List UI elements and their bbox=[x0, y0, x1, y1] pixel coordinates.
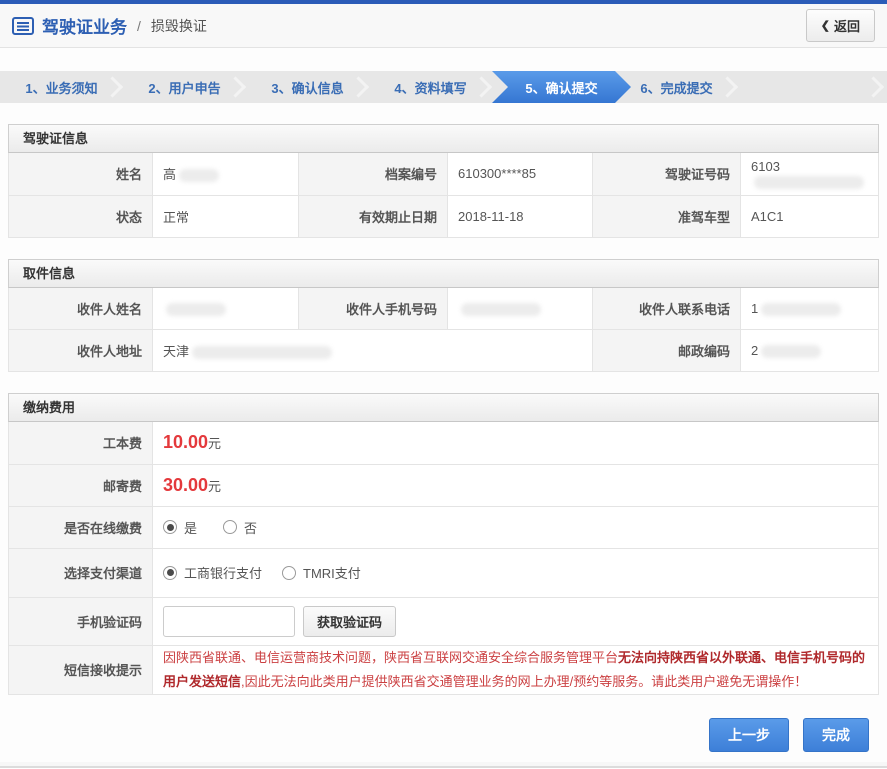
step-6-complete-submit[interactable]: 6、完成提交 bbox=[615, 71, 738, 103]
vehicle-type-value: A1C1 bbox=[740, 195, 879, 238]
table-row: 是否在线缴费 是 否 bbox=[8, 506, 879, 549]
recipient-mobile-label: 收件人手机号码 bbox=[298, 287, 448, 330]
file-number-value: 610300****85 bbox=[447, 153, 593, 196]
radio-channel-icbc[interactable]: 工商银行支付 bbox=[163, 563, 262, 582]
step-1-business-notice[interactable]: 1、业务须知 bbox=[0, 71, 123, 103]
recipient-address-value: 天津 bbox=[152, 329, 593, 372]
production-fee-value: 10.00元 bbox=[152, 422, 879, 465]
step-3-confirm-info[interactable]: 3、确认信息 bbox=[246, 71, 369, 103]
sms-code-label: 手机验证码 bbox=[8, 597, 153, 646]
step-2-user-declaration[interactable]: 2、用户申告 bbox=[123, 71, 246, 103]
step-bar-tail bbox=[738, 71, 887, 103]
breadcrumb-separator: / bbox=[137, 17, 141, 34]
license-info-table: 姓名 高 档案编号 610300****85 驾驶证号码 6103 状态 正常 … bbox=[8, 153, 879, 238]
sms-notice-text: 因陕西省联通、电信运营商技术问题，陕西省互联网交通安全综合服务管理平台无法向持陕… bbox=[152, 645, 879, 695]
online-pay-options: 是 否 bbox=[152, 506, 879, 549]
table-row: 邮寄费 30.00元 bbox=[8, 464, 879, 507]
recipient-name-value bbox=[152, 287, 299, 330]
step-5-confirm-submit-active[interactable]: 5、确认提交 bbox=[492, 71, 631, 103]
radio-channel-tmri[interactable]: TMRI支付 bbox=[282, 563, 361, 582]
pay-channel-label: 选择支付渠道 bbox=[8, 548, 153, 598]
chevron-left-icon: ❮ bbox=[820, 20, 830, 32]
recipient-name-label: 收件人姓名 bbox=[8, 287, 153, 330]
table-row: 手机验证码 获取验证码 bbox=[8, 597, 879, 646]
pay-channel-options: 工商银行支付 TMRI支付 bbox=[152, 548, 879, 598]
section-title-fees: 缴纳费用 bbox=[8, 393, 879, 422]
name-label: 姓名 bbox=[8, 153, 153, 196]
expiry-value: 2018-11-18 bbox=[447, 195, 593, 238]
step-navigation: 1、业务须知 2、用户申告 3、确认信息 4、资料填写 5、确认提交 6、完成提… bbox=[0, 71, 887, 103]
breadcrumb: 驾驶证业务 / 损毁换证 bbox=[12, 13, 207, 38]
table-row: 姓名 高 档案编号 610300****85 驾驶证号码 6103 bbox=[8, 153, 879, 196]
radio-unselected-icon bbox=[282, 565, 297, 580]
redacted-name bbox=[179, 169, 220, 183]
status-value: 正常 bbox=[152, 195, 299, 238]
file-number-label: 档案编号 bbox=[298, 153, 448, 196]
recipient-phone-value: 1 bbox=[740, 287, 879, 330]
name-value: 高 bbox=[152, 153, 299, 196]
table-row: 选择支付渠道 工商银行支付 TMRI支付 bbox=[8, 548, 879, 598]
table-row: 工本费 10.00元 bbox=[8, 422, 879, 465]
redacted-mobile bbox=[461, 302, 541, 316]
recipient-address-label: 收件人地址 bbox=[8, 329, 153, 372]
expiry-label: 有效期止日期 bbox=[298, 195, 448, 238]
radio-selected-icon bbox=[163, 565, 177, 580]
redacted-postcode bbox=[761, 345, 822, 359]
back-button[interactable]: ❮ 返回 bbox=[805, 9, 875, 42]
production-fee-label: 工本费 bbox=[8, 422, 153, 465]
list-icon bbox=[12, 16, 34, 35]
license-number-label: 驾驶证号码 bbox=[592, 153, 741, 196]
mail-fee-label: 邮寄费 bbox=[8, 464, 153, 507]
section-title-pickup: 取件信息 bbox=[8, 258, 879, 288]
redacted-address bbox=[192, 346, 333, 360]
postcode-value: 2 bbox=[740, 329, 879, 372]
radio-online-no[interactable]: 否 bbox=[223, 518, 257, 537]
status-label: 状态 bbox=[8, 195, 153, 238]
previous-step-button[interactable]: 上一步 bbox=[709, 717, 789, 752]
radio-selected-icon bbox=[163, 520, 177, 534]
sms-code-field: 获取验证码 bbox=[152, 597, 879, 646]
sms-notice-label: 短信接收提示 bbox=[8, 645, 153, 695]
radio-online-yes[interactable]: 是 bbox=[163, 518, 197, 537]
table-row: 收件人地址 天津 邮政编码 2 bbox=[8, 329, 879, 372]
section-fees: 缴纳费用 工本费 10.00元 邮寄费 30.00元 是否在线缴费 是 否 选择… bbox=[8, 393, 879, 695]
finish-button[interactable]: 完成 bbox=[803, 717, 869, 752]
sms-code-input[interactable] bbox=[163, 605, 295, 637]
section-pickup-info: 取件信息 收件人姓名 收件人手机号码 收件人联系电话 1 收件人地址 天津 邮政… bbox=[8, 258, 879, 372]
redacted-phone bbox=[761, 302, 842, 316]
header: 驾驶证业务 / 损毁换证 ❮ 返回 bbox=[0, 4, 887, 48]
page-subtitle: 损毁换证 bbox=[150, 17, 207, 34]
pickup-info-table: 收件人姓名 收件人手机号码 收件人联系电话 1 收件人地址 天津 邮政编码 2 bbox=[8, 287, 879, 372]
step-4-fill-materials[interactable]: 4、资料填写 bbox=[369, 71, 492, 103]
online-pay-label: 是否在线缴费 bbox=[8, 506, 153, 549]
postcode-label: 邮政编码 bbox=[592, 329, 741, 372]
mail-fee-value: 30.00元 bbox=[152, 464, 879, 507]
redacted-recipient-name bbox=[166, 302, 226, 316]
get-code-button[interactable]: 获取验证码 bbox=[303, 605, 397, 637]
fees-table: 工本费 10.00元 邮寄费 30.00元 是否在线缴费 是 否 选择支付渠道 … bbox=[8, 422, 879, 695]
vehicle-type-label: 准驾车型 bbox=[592, 195, 741, 238]
page: 驾驶证业务 / 损毁换证 ❮ 返回 1、业务须知 2、用户申告 3、确认信息 4… bbox=[0, 0, 887, 769]
main-content: 驾驶证信息 姓名 高 档案编号 610300****85 驾驶证号码 6103 … bbox=[0, 103, 887, 752]
page-title: 驾驶证业务 bbox=[42, 18, 127, 37]
recipient-phone-label: 收件人联系电话 bbox=[592, 287, 741, 330]
redacted-license-number bbox=[754, 175, 864, 189]
section-license-info: 驾驶证信息 姓名 高 档案编号 610300****85 驾驶证号码 6103 … bbox=[8, 124, 879, 238]
radio-unselected-icon bbox=[223, 520, 238, 534]
table-row: 收件人姓名 收件人手机号码 收件人联系电话 1 bbox=[8, 287, 879, 330]
table-row: 状态 正常 有效期止日期 2018-11-18 准驾车型 A1C1 bbox=[8, 195, 879, 238]
back-button-label: 返回 bbox=[833, 19, 860, 34]
table-row: 短信接收提示 因陕西省联通、电信运营商技术问题，陕西省互联网交通安全综合服务管理… bbox=[8, 645, 879, 695]
section-title-license: 驾驶证信息 bbox=[8, 124, 879, 153]
footer-actions: 上一步 完成 bbox=[8, 695, 879, 752]
license-number-value: 6103 bbox=[740, 153, 879, 196]
recipient-mobile-value bbox=[447, 287, 593, 330]
